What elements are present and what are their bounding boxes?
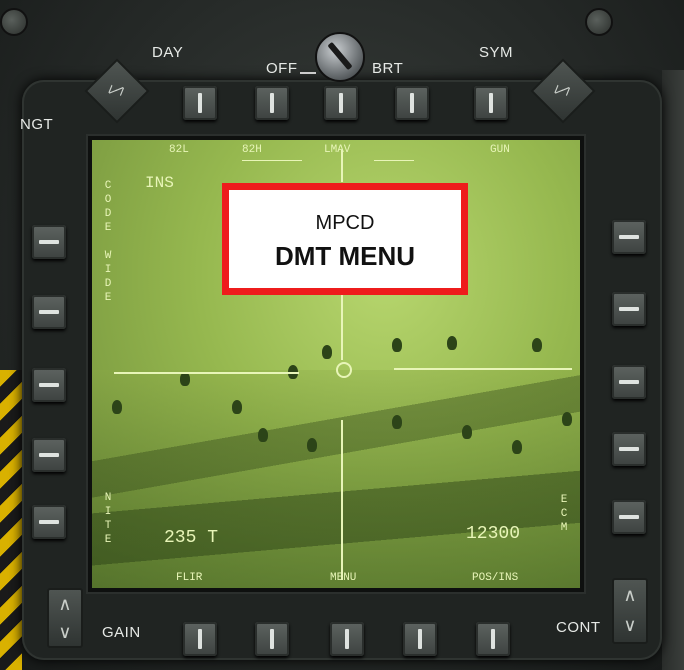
hazard-stripes	[0, 370, 22, 670]
day-label: DAY	[152, 44, 184, 61]
flir-terrain-image	[92, 370, 580, 588]
osb-right-5[interactable]	[612, 500, 646, 534]
option-pos-ins: POS/INS	[472, 572, 519, 584]
tree-shape	[462, 425, 472, 439]
nav-mode-label: INS	[145, 174, 174, 192]
osb-left-4[interactable]	[32, 438, 66, 472]
osb-top-2[interactable]	[255, 86, 289, 120]
ngt-label: NGT	[20, 116, 54, 133]
screw-icon	[585, 8, 613, 36]
osb-bottom-4[interactable]	[403, 622, 437, 656]
knob-scale-mark	[300, 72, 316, 74]
crosshair-left	[114, 372, 299, 374]
osb-left-2[interactable]	[32, 295, 66, 329]
tree-shape	[392, 415, 402, 429]
up-arrow-icon: ∧	[58, 594, 72, 614]
tree-shape	[180, 372, 190, 386]
option-flir: FLIR	[176, 572, 203, 584]
down-arrow-icon: ∨	[58, 622, 72, 642]
tree-shape	[322, 345, 332, 359]
off-label: OFF	[266, 60, 298, 77]
osb-top-3[interactable]	[324, 86, 358, 120]
code-wide-label: CODE WIDE	[102, 180, 114, 306]
osb-right-4[interactable]	[612, 432, 646, 466]
nite-label: NITE	[102, 492, 114, 548]
osb-top-5[interactable]	[474, 86, 508, 120]
osb-left-5[interactable]	[32, 505, 66, 539]
osb-top-4[interactable]	[395, 86, 429, 120]
osb-bottom-2[interactable]	[255, 622, 289, 656]
crosshair-top	[341, 150, 343, 182]
up-arrow-icon: ∧	[623, 585, 637, 605]
osb-bottom-3[interactable]	[330, 622, 364, 656]
tree-shape	[532, 338, 542, 352]
brightness-knob[interactable]	[315, 32, 365, 82]
gain-rocker[interactable]: ∧ ∨	[47, 588, 83, 648]
heading-readout: 235 T	[164, 528, 219, 548]
callout-title: MPCD	[315, 212, 375, 234]
sym-label: SYM	[479, 44, 514, 61]
tree-shape	[232, 400, 242, 414]
option-lmav: LMAV	[324, 144, 351, 156]
osb-left-3[interactable]	[32, 368, 66, 402]
callout-subtitle: DMT MENU	[274, 241, 416, 271]
option-82h: 82H	[242, 144, 262, 156]
osb-top-1[interactable]	[183, 86, 217, 120]
down-arrow-icon: ∨	[623, 615, 637, 635]
crosshair-right	[394, 368, 572, 370]
tree-shape	[512, 440, 522, 454]
osb-right-2[interactable]	[612, 292, 646, 326]
reticle-icon	[336, 362, 352, 378]
osb-bottom-5[interactable]	[476, 622, 510, 656]
option-underline	[242, 160, 302, 161]
tree-shape	[562, 412, 572, 426]
osb-right-1[interactable]	[612, 220, 646, 254]
screw-icon	[0, 8, 28, 36]
ecm-label: ECM	[558, 494, 570, 536]
brt-label: BRT	[372, 60, 404, 77]
option-underline	[374, 160, 414, 161]
cont-rocker[interactable]: ∧ ∨	[612, 578, 648, 644]
crosshair-lower	[341, 420, 343, 580]
option-82l: 82L	[169, 144, 189, 156]
altitude-readout: 12300	[466, 524, 521, 544]
osb-left-1[interactable]	[32, 225, 66, 259]
option-menu: MENU	[330, 572, 357, 584]
osb-right-3[interactable]	[612, 365, 646, 399]
cont-label: CONT	[556, 619, 601, 636]
annotation-callout: MPCD DMT MENU	[222, 183, 468, 295]
tree-shape	[392, 338, 402, 352]
gain-label: GAIN	[102, 624, 141, 641]
tree-shape	[258, 428, 268, 442]
right-panel-edge	[662, 70, 684, 670]
tree-shape	[307, 438, 317, 452]
osb-bottom-1[interactable]	[183, 622, 217, 656]
tree-shape	[112, 400, 122, 414]
option-gun: GUN	[490, 144, 510, 156]
tree-shape	[447, 336, 457, 350]
